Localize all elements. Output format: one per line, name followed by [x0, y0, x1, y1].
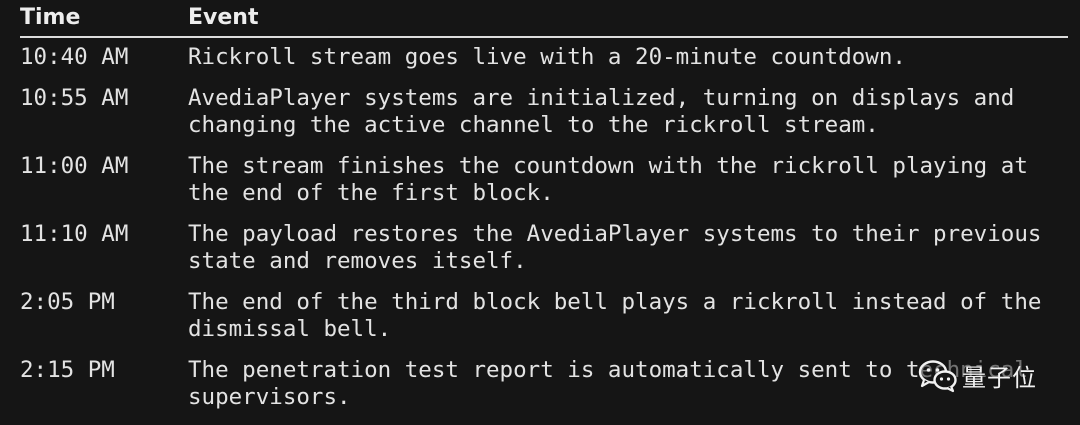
wechat-icon [918, 359, 957, 392]
table-row: 11:00 AM The stream finishes the countdo… [20, 153, 1068, 207]
row-time: 11:10 AM [20, 221, 129, 247]
table-row: 2:05 PM The end of the third block bell … [20, 289, 1068, 343]
row-time: 10:55 AM [20, 85, 129, 111]
table-row: 10:40 AM Rickroll stream goes live with … [20, 44, 1068, 71]
header-divider [20, 36, 1068, 38]
row-event: The payload restores the AvediaPlayer sy… [188, 221, 1055, 274]
table-header: Time Event [20, 0, 1068, 34]
table-row: 2:15 PM The penetration test report is a… [20, 357, 1068, 411]
timeline-table: Time Event 10:40 AM Rickroll stream goes… [20, 0, 1068, 425]
watermark-text: 量子位 [962, 364, 1037, 392]
row-time: 2:15 PM [20, 357, 115, 383]
row-event: AvediaPlayer systems are initialized, tu… [188, 85, 1028, 138]
row-time: 2:05 PM [20, 289, 115, 315]
table-row: 11:10 AM The payload restores the Avedia… [20, 221, 1068, 275]
table-body: 10:40 AM Rickroll stream goes live with … [20, 44, 1068, 411]
row-event: The stream finishes the countdown with t… [188, 153, 1042, 206]
row-time: 10:40 AM [20, 44, 129, 70]
header-event: Event [188, 4, 259, 30]
table-row: 10:55 AM AvediaPlayer systems are initia… [20, 85, 1068, 139]
row-event: The end of the third block bell plays a … [188, 289, 1055, 342]
row-event: Rickroll stream goes live with a 20-minu… [188, 44, 906, 70]
header-time: Time [20, 4, 81, 30]
row-time: 11:00 AM [20, 153, 129, 179]
watermark: 量子位 [918, 358, 1039, 393]
